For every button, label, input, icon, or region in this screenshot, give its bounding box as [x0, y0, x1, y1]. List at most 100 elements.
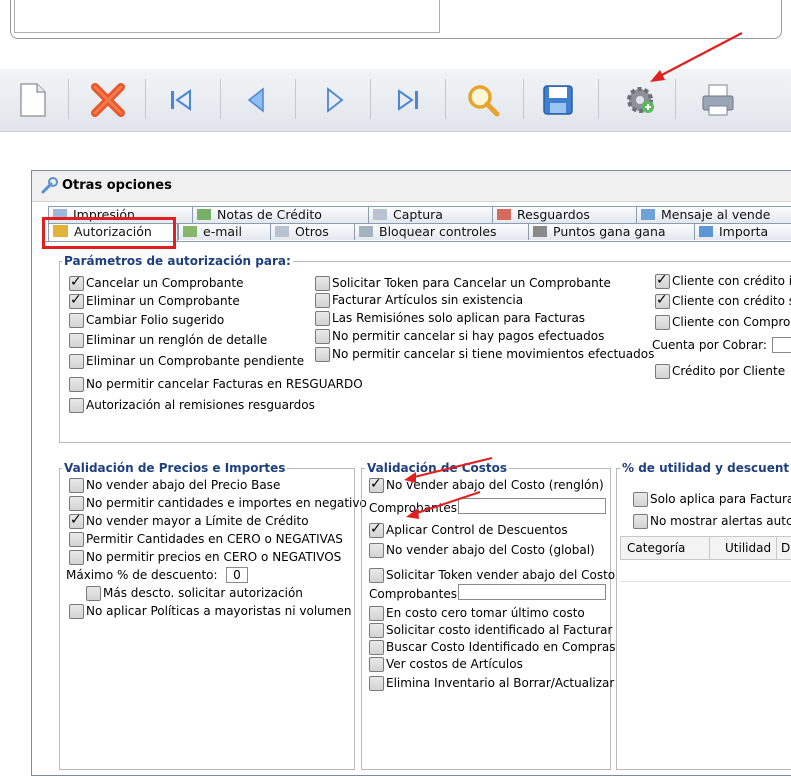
comprobantes2-input[interactable] [458, 584, 606, 600]
opt-no-cancelar-resguardo[interactable]: No permitir cancelar Facturas en RESGUAR… [69, 376, 363, 392]
opt-cliente-credito-i[interactable]: Cliente con crédito i [655, 272, 791, 289]
checkbox[interactable] [69, 353, 84, 369]
checkbox[interactable] [633, 513, 648, 529]
opt-no-precios-cero[interactable]: No permitir precios en CERO o NEGATIVOS [69, 549, 341, 565]
checkbox[interactable] [315, 292, 330, 308]
opt-elimina-inventario[interactable]: Elimina Inventario al Borrar/Actualizar [369, 675, 614, 691]
opt-solicitar-token-costo[interactable]: Solicitar Token vender abajo del Costo [369, 567, 615, 583]
opt-no-aplicar-politicas[interactable]: No aplicar Políticas a mayoristas ni vol… [69, 603, 351, 619]
checkbox[interactable] [655, 314, 670, 330]
opt-remisiones-facturas[interactable]: Las Remisiónes solo aplican para Factura… [315, 310, 585, 326]
opt-cambiar-folio[interactable]: Cambiar Folio sugerido [69, 312, 224, 328]
new-document-icon[interactable] [10, 77, 56, 123]
opt-facturar-sin-existencia[interactable]: Facturar Artículos sin existencia [315, 292, 523, 308]
list-icon [275, 226, 289, 237]
last-record-icon[interactable] [385, 77, 431, 123]
tab-captura[interactable]: Captura [368, 206, 494, 223]
opt-solicitar-costo-identificado[interactable]: Solicitar costo identificado al Facturar [369, 622, 612, 638]
utilidad-table-body [620, 559, 791, 582]
opt-credito-por-cliente[interactable]: Crédito por Cliente [655, 363, 785, 379]
checkbox[interactable] [369, 605, 384, 621]
checkbox[interactable] [369, 476, 384, 493]
checkbox[interactable] [69, 274, 84, 291]
opt-eliminar-pendiente[interactable]: Eliminar un Comprobante pendiente [69, 353, 304, 369]
checkbox[interactable] [69, 292, 84, 309]
checkbox[interactable] [315, 346, 330, 362]
opt-cancelar-comprobante[interactable]: Cancelar un Comprobante [69, 274, 243, 291]
tab-mensaje[interactable]: Mensaje al vende [636, 206, 791, 223]
otras-opciones-dialog: Otras opciones Impresión Notas de Crédit… [31, 170, 791, 776]
column-header-categoria[interactable]: Categoría [627, 541, 685, 555]
opt-permitir-cantidades-cero[interactable]: Permitir Cantidades en CERO o NEGATIVAS [69, 531, 343, 547]
precios-group-title: Validación de Precios e Importes [62, 461, 288, 475]
checkbox[interactable] [69, 512, 84, 529]
opt-cliente-comprol[interactable]: Cliente con Comprol [655, 314, 791, 330]
checkbox[interactable] [69, 397, 84, 413]
checkbox[interactable] [69, 495, 84, 511]
dialog-title: Otras opciones [62, 178, 172, 193]
checkbox[interactable] [369, 521, 384, 538]
tab-puntos-gana-gana[interactable]: Puntos gana gana [528, 223, 696, 240]
checkbox[interactable] [315, 275, 330, 291]
checkbox[interactable] [369, 656, 384, 672]
opt-mas-descto-autorizacion[interactable]: Más descto. solicitar autorización [86, 585, 303, 601]
checkbox[interactable] [369, 567, 384, 583]
checkbox[interactable] [655, 292, 670, 309]
checkbox[interactable] [369, 622, 384, 638]
delete-icon[interactable] [85, 77, 131, 123]
first-record-icon[interactable] [158, 77, 204, 123]
document-icon [373, 209, 387, 220]
opt-no-cancelar-pagos[interactable]: No permitir cancelar si hay pagos efectu… [315, 328, 604, 344]
checkbox[interactable] [315, 328, 330, 344]
lock-icon [359, 226, 373, 237]
tab-importa[interactable]: Importa [694, 223, 791, 240]
tab-otros[interactable]: Otros [270, 223, 356, 240]
checkbox[interactable] [369, 639, 384, 655]
checkbox[interactable] [69, 477, 84, 493]
checkbox[interactable] [69, 531, 84, 547]
checkbox[interactable] [69, 376, 84, 392]
opt-eliminar-renglon[interactable]: Eliminar un renglón de detalle [69, 332, 267, 348]
checkbox[interactable] [369, 675, 384, 691]
opt-no-mostrar-alertas[interactable]: No mostrar alertas autc [633, 513, 791, 529]
save-icon[interactable] [535, 77, 581, 123]
opt-no-vender-precio-base[interactable]: No vender abajo del Precio Base [69, 477, 280, 493]
checkbox[interactable] [69, 312, 84, 328]
checkbox[interactable] [633, 491, 648, 507]
tab-bloquear-controles[interactable]: Bloquear controles [354, 223, 530, 240]
opt-ver-costos-articulos[interactable]: Ver costos de Artículos [369, 656, 523, 672]
cuenta-por-cobrar-input[interactable] [772, 337, 791, 353]
checkbox[interactable] [369, 542, 384, 558]
opt-autorizacion-remisiones[interactable]: Autorización al remisiones resguardos [69, 397, 315, 413]
opt-solo-aplica-factura[interactable]: Solo aplica para Factura [633, 491, 791, 507]
import-icon [699, 226, 713, 237]
checkbox[interactable] [655, 363, 670, 379]
checkbox[interactable] [69, 549, 84, 565]
opt-eliminar-comprobante[interactable]: Eliminar un Comprobante [69, 292, 240, 309]
column-header-d[interactable]: D [781, 541, 790, 555]
wrench-icon [41, 177, 58, 194]
tab-email[interactable]: e-mail [178, 223, 272, 240]
opt-cliente-credito-s[interactable]: Cliente con crédito s [655, 292, 791, 309]
checkbox[interactable] [655, 272, 670, 289]
red-highlight-box [42, 217, 176, 249]
checkbox[interactable] [315, 310, 330, 326]
previous-record-icon[interactable] [233, 77, 279, 123]
opt-solicitar-token-cancelar[interactable]: Solicitar Token para Cancelar un Comprob… [315, 275, 611, 291]
max-descuento-input[interactable]: 0 [226, 567, 248, 583]
background-text-area [14, 0, 440, 33]
cuenta-por-cobrar-label: Cuenta por Cobrar: [652, 338, 767, 352]
next-record-icon[interactable] [312, 77, 358, 123]
opt-no-cancelar-movimientos[interactable]: No permitir cancelar si tiene movimiento… [315, 346, 654, 362]
checkbox[interactable] [69, 332, 84, 348]
checkbox[interactable] [69, 603, 84, 619]
opt-no-cantidades-negativo[interactable]: No permitir cantidades e importes en neg… [69, 495, 367, 511]
tab-resguardos[interactable]: Resguardos [492, 206, 638, 223]
opt-no-vender-limite-credito[interactable]: No vender mayor a Límite de Crédito [69, 512, 309, 529]
search-icon[interactable] [460, 77, 506, 123]
checkbox[interactable] [86, 585, 101, 601]
opt-buscar-costo-compras[interactable]: Buscar Costo Identificado en Compras [369, 639, 615, 655]
opt-costo-cero-ultimo[interactable]: En costo cero tomar último costo [369, 605, 585, 621]
column-header-utilidad[interactable]: Utilidad [725, 541, 771, 555]
tab-notas-credito[interactable]: Notas de Crédito [192, 206, 370, 223]
